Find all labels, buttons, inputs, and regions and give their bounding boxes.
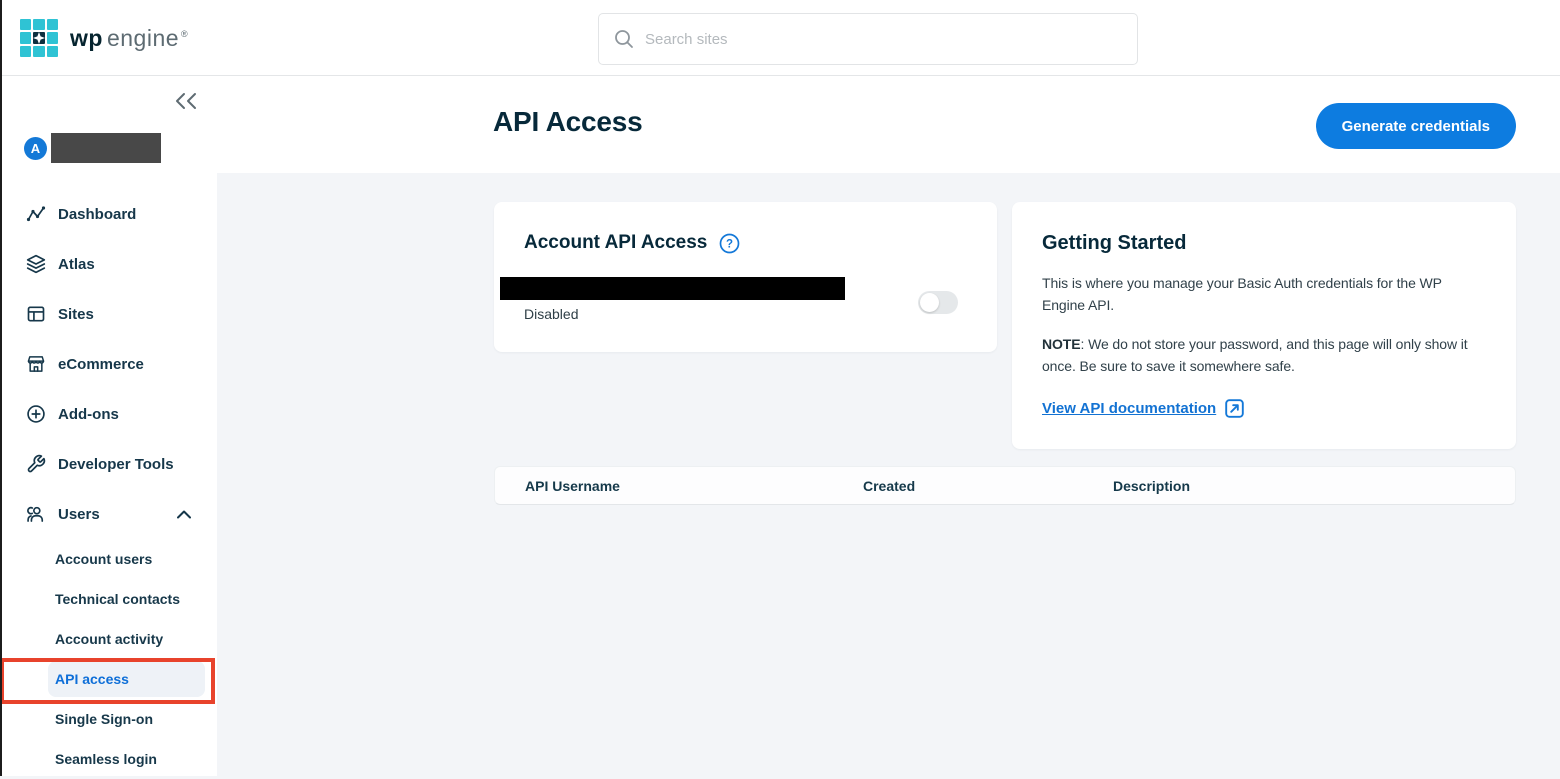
registered-mark: ® [181,29,188,39]
logo-engine: engine [107,25,179,52]
dashboard-nodes-icon [26,204,46,224]
column-description: Description [1113,478,1515,494]
sidebar-subitem-label: API access [55,671,129,687]
api-status-label: Disabled [524,306,578,322]
sidebar-subitem-label: Seamless login [55,751,157,767]
help-icon[interactable]: ? [719,233,740,254]
account-selector[interactable]: A [24,133,161,163]
sidebar-item-label: Dashboard [58,206,136,223]
note-label: NOTE [1042,336,1081,352]
sidebar-subitem-technical-contacts[interactable]: Technical contacts [0,579,217,619]
sidebar-item-label: Developer Tools [58,456,174,473]
chevrons-left-icon [175,92,197,110]
plus-circle-icon [26,404,46,424]
page-header: API Access Generate credentials [217,76,1560,173]
sidebar-item-dashboard[interactable]: Dashboard [0,189,217,239]
getting-started-title: Getting Started [1042,232,1486,255]
search-input[interactable] [645,31,1125,48]
sidebar-item-label: eCommerce [58,356,144,373]
sidebar-subitem-single-sign-on[interactable]: Single Sign-on [0,699,217,739]
storefront-icon [26,354,46,374]
getting-started-card: Getting Started This is where you manage… [1012,202,1516,449]
sidebar-subitem-label: Technical contacts [55,591,180,607]
avatar: A [24,137,47,160]
sidebar-subitem-seamless-login[interactable]: Seamless login [0,739,217,779]
sidebar-subitem-label: Account users [55,551,152,567]
sidebar-item-users[interactable]: Users [0,489,217,539]
sidebar-item-label: Sites [58,306,94,323]
layers-icon [26,254,46,274]
wpengine-logo-text: wpengine® [70,25,188,52]
avatar-initial: A [31,141,40,156]
sidebar: A Dashboard Atlas [0,76,217,776]
browser-window-icon [26,304,46,324]
sidebar-subitem-api-access[interactable]: API access [0,659,217,699]
api-access-toggle[interactable] [918,291,958,314]
sidebar-item-label: Add-ons [58,406,119,423]
logo-wp: wp [70,25,103,52]
content-area: Account API Access ? Disabled Getting St… [217,173,1560,776]
column-api-username: API Username [525,478,863,494]
sidebar-collapse-button[interactable] [173,90,199,115]
search-icon [613,28,635,50]
sidebar-item-addons[interactable]: Add-ons [0,389,217,439]
sidebar-subitem-account-users[interactable]: Account users [0,539,217,579]
sidebar-item-label: Atlas [58,256,95,273]
external-link-icon [1224,398,1245,419]
column-created: Created [863,478,1113,494]
users-icon [26,504,46,524]
sidebar-subitem-label: Single Sign-on [55,711,153,727]
redacted-value [500,277,845,300]
doc-link-row: View API documentation [1042,398,1486,419]
screen-left-edge [0,0,2,776]
sidebar-item-atlas[interactable]: Atlas [0,239,217,289]
page-title: API Access [493,106,643,138]
wpengine-logo[interactable]: wpengine® [20,19,188,57]
credentials-table-header: API Username Created Description [494,466,1516,505]
generate-credentials-button[interactable]: Generate credentials [1316,103,1516,149]
sidebar-subitem-account-activity[interactable]: Account activity [0,619,217,659]
view-api-documentation-link[interactable]: View API documentation [1042,400,1216,417]
sidebar-subitem-label: Account activity [55,631,163,647]
sidebar-item-sites[interactable]: Sites [0,289,217,339]
account-api-access-title: Account API Access [524,232,707,254]
sidebar-item-ecommerce[interactable]: eCommerce [0,339,217,389]
sidebar-item-developer-tools[interactable]: Developer Tools [0,439,217,489]
wrench-icon [26,454,46,474]
top-header: wpengine® [0,0,1560,76]
search-sites-box[interactable] [598,13,1138,65]
wpengine-logo-icon [20,19,58,57]
sidebar-item-label: Users [58,506,100,523]
svg-text:?: ? [726,238,733,250]
chevron-up-icon [177,510,191,519]
redacted-account-name [51,133,161,163]
getting-started-paragraph: This is where you manage your Basic Auth… [1042,272,1486,316]
account-api-access-card: Account API Access ? Disabled [494,202,997,352]
getting-started-note: NOTE: We do not store your password, and… [1042,333,1486,377]
sidebar-menu: Dashboard Atlas Sites [0,189,217,779]
note-text: : We do not store your password, and thi… [1042,336,1468,374]
toggle-knob [920,293,939,312]
